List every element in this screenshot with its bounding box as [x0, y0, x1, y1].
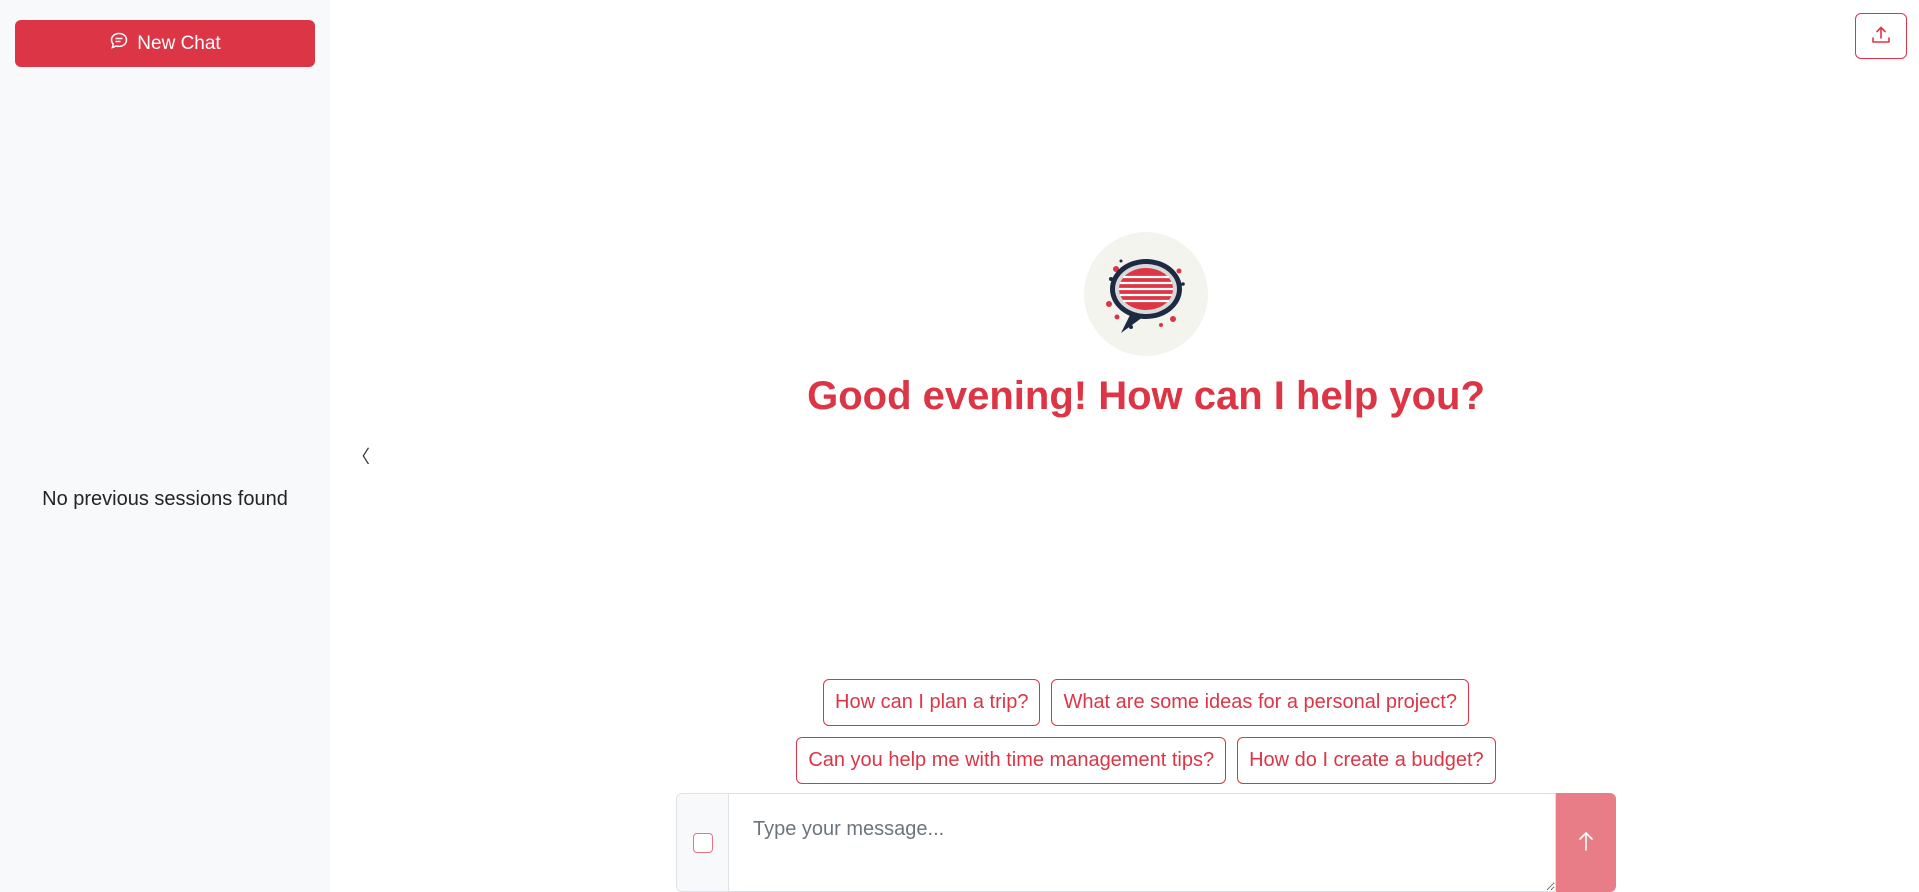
- chat-app: New Chat No previous sessions found 〈 Go…: [0, 0, 1919, 892]
- arrow-up-icon: [1577, 830, 1595, 855]
- attachment-checkbox[interactable]: [692, 832, 713, 853]
- suggestion-row: How can I plan a trip? What are some ide…: [823, 679, 1469, 726]
- suggestion-row: Can you help me with time management tip…: [796, 737, 1496, 784]
- upload-icon: [1870, 24, 1892, 49]
- send-button[interactable]: [1556, 793, 1616, 892]
- suggestion-button[interactable]: What are some ideas for a personal proje…: [1051, 679, 1469, 726]
- message-input[interactable]: [728, 793, 1556, 892]
- export-button[interactable]: [1855, 13, 1907, 59]
- empty-sessions-message: No previous sessions found: [42, 488, 288, 510]
- assistant-logo: [1084, 232, 1208, 356]
- greeting-heading: Good evening! How can I help you?: [807, 374, 1485, 418]
- suggestion-button[interactable]: Can you help me with time management tip…: [796, 737, 1227, 784]
- speech-bubble-logo: [1106, 259, 1185, 333]
- suggestion-list: How can I plan a trip? What are some ide…: [676, 679, 1616, 784]
- suggestion-button[interactable]: How do I create a budget?: [1237, 737, 1496, 784]
- new-chat-label: New Chat: [137, 32, 221, 54]
- chat-bubble-icon: [109, 31, 129, 57]
- attachment-toggle-cell: [676, 793, 728, 892]
- suggestion-button[interactable]: How can I plan a trip?: [823, 679, 1041, 726]
- message-composer: [676, 793, 1616, 892]
- sidebar: New Chat No previous sessions found: [0, 0, 330, 892]
- collapse-sidebar-toggle[interactable]: 〈: [352, 444, 370, 468]
- new-chat-button[interactable]: New Chat: [15, 20, 315, 67]
